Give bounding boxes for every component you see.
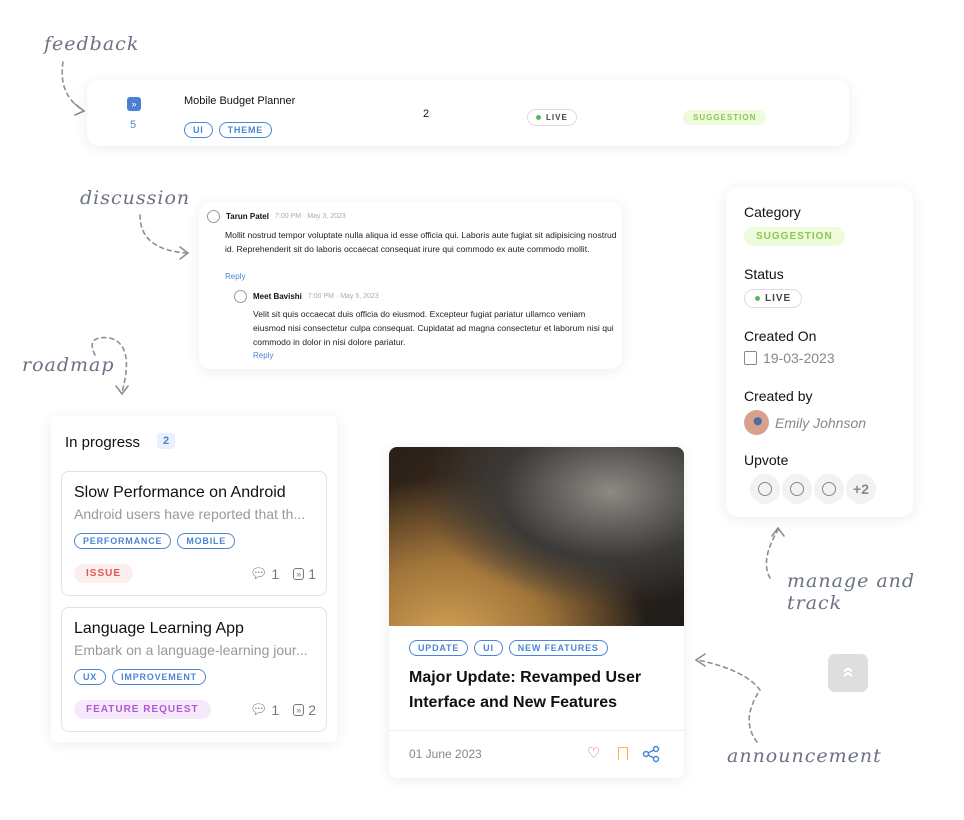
comment-author: Tarun Patel	[226, 212, 269, 221]
calendar-icon	[744, 351, 757, 365]
roadmap-card[interactable]: Slow Performance on Android Android user…	[61, 471, 327, 596]
status-badge: LIVE	[527, 109, 577, 126]
tag: UI	[474, 640, 503, 656]
card-title: Slow Performance on Android	[74, 484, 286, 501]
reply-link[interactable]: Reply	[253, 351, 273, 360]
user-icon	[234, 290, 247, 303]
details-card: Category SUGGESTION Status LIVE Created …	[726, 187, 913, 517]
comment-icon: 💬︎	[249, 701, 268, 717]
comment-icon: 💬︎	[249, 565, 268, 581]
tag: MOBILE	[177, 533, 236, 549]
comment-count: 1	[271, 701, 280, 718]
upvote-count: 5	[130, 119, 137, 131]
user-icon	[814, 474, 844, 504]
tag: PERFORMANCE	[74, 533, 172, 549]
reply-author: Meet Bavishi	[253, 292, 302, 301]
share-icon[interactable]	[642, 745, 660, 763]
reply-time: 7:00 PM · May 5, 2023	[307, 293, 379, 300]
heart-icon[interactable]: ♡	[587, 744, 600, 762]
announcement-image	[389, 447, 684, 626]
category-badge: FEATURE REQUEST	[74, 700, 211, 719]
announcement-title[interactable]: Major Update: Revamped User Interface an…	[409, 665, 669, 715]
announcement-card[interactable]: UPDATE UI NEW FEATURES Major Update: Revam…	[389, 447, 684, 778]
category-badge: ISSUE	[74, 564, 134, 583]
status-badge: LIVE	[744, 289, 803, 308]
card-title: Language Learning App	[74, 620, 244, 637]
created-on-value: 19-03-2023	[763, 350, 835, 366]
roadmap-card[interactable]: Language Learning App Embark on a langua…	[61, 607, 327, 732]
category-badge: SUGGESTION	[683, 110, 767, 125]
category-label: Category	[744, 204, 801, 220]
discussion-card: Tarun Patel 7:00 PM · May 3, 2023 Mollit…	[199, 202, 622, 369]
feedback-row[interactable]: » 5 Mobile Budget Planner UI THEME 2 LIVE…	[87, 80, 849, 146]
tag: NEW FEATURES	[508, 640, 608, 656]
tag: UI	[184, 122, 213, 138]
user-icon	[782, 474, 812, 504]
comment-count: 1	[271, 565, 280, 582]
tag: THEME	[218, 122, 273, 138]
column-title: In progress	[65, 434, 141, 451]
reply-link[interactable]: Reply	[225, 272, 245, 281]
upvote-icon[interactable]: »	[293, 703, 305, 716]
tag: IMPROVEMENT	[112, 669, 206, 685]
created-by-value: Emily Johnson	[775, 414, 867, 431]
card-desc: Android users have reported that th...	[74, 506, 306, 522]
roadmap-column: In progress 2 Slow Performance on Androi…	[51, 416, 337, 742]
created-by-label: Created by	[744, 388, 813, 404]
status-text: LIVE	[546, 113, 568, 122]
announcement-date: 01 June 2023	[409, 747, 482, 761]
upvote-label: Upvote	[744, 452, 789, 468]
tag: UPDATE	[409, 640, 469, 656]
upvote-button[interactable]: »	[828, 654, 868, 692]
status-text: LIVE	[765, 293, 792, 304]
bookmark-icon[interactable]	[618, 747, 628, 760]
chevrons-up-icon: »	[837, 666, 859, 678]
feedback-title[interactable]: Mobile Budget Planner	[184, 95, 295, 107]
tag: UX	[74, 669, 107, 685]
user-icon	[750, 474, 780, 504]
created-on-label: Created On	[744, 328, 817, 344]
upvote-icon[interactable]: »	[127, 97, 141, 111]
avatar	[744, 410, 769, 435]
user-icon	[207, 210, 220, 223]
feedback-tags: UI THEME	[184, 120, 278, 138]
card-desc: Embark on a language-learning jour...	[74, 642, 308, 658]
column-count: 2	[157, 433, 176, 449]
category-badge: SUGGESTION	[744, 227, 845, 246]
comment-text: Mollit nostrud tempor voluptate nulla al…	[225, 230, 617, 254]
comment-count: 2	[423, 108, 430, 120]
reply-text: Velit sit quis occaecat duis officia do …	[253, 309, 614, 347]
status-label: Status	[744, 266, 784, 282]
upvote-icon[interactable]: »	[293, 567, 305, 580]
comment-time: 7:00 PM · May 3, 2023	[274, 213, 346, 220]
upvote-count: 1	[308, 565, 316, 582]
upvote-more[interactable]: +2	[846, 474, 876, 504]
upvote-count: 2	[308, 701, 316, 718]
